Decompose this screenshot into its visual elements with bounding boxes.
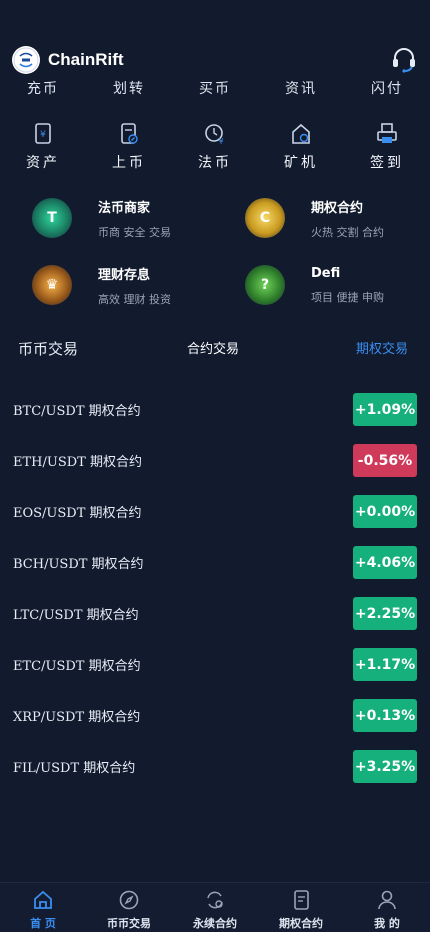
market-row-btc[interactable]: BTC/USDT 期权合约 +1.09% xyxy=(0,384,430,435)
service-subtitle: 项目 便捷 申购 xyxy=(311,290,384,304)
market-row-eos[interactable]: EOS/USDT 期权合约 +0.00% xyxy=(0,486,430,537)
tether-icon: T xyxy=(32,198,72,238)
quick-actions-grid: ¥ 资产 上币 ¥ 法币 矿机 签到 xyxy=(0,122,430,178)
pair-name: BTC/USDT 期权合约 xyxy=(13,404,141,419)
service-subtitle: 火热 交割 合约 xyxy=(311,225,384,239)
market-row-xrp[interactable]: XRP/USDT 期权合约 +0.13% xyxy=(0,690,430,741)
market-list: BTC/USDT 期权合约 +1.09% ETH/USDT 期权合约 -0.56… xyxy=(0,384,430,792)
service-options-contract[interactable]: C 期权合约 火热 交割 合约 xyxy=(245,188,430,248)
nav-profile[interactable]: 我 的 xyxy=(344,883,430,932)
service-subtitle: 高效 理财 投资 xyxy=(98,292,171,306)
clock-yen-icon: ¥ xyxy=(205,124,224,146)
flash-pay-link[interactable]: 闪付 xyxy=(371,78,403,102)
nav-spot[interactable]: 币币交易 xyxy=(86,883,172,932)
brand-name: ChainRift xyxy=(48,50,124,69)
news-link[interactable]: 资讯 xyxy=(285,78,317,102)
app-header: ChainRift xyxy=(0,40,430,80)
service-title: 理财存息 xyxy=(98,267,151,283)
fiat-button[interactable]: ¥ 法币 xyxy=(180,122,250,178)
exchange-cycle-icon xyxy=(207,891,223,909)
service-fiat-merchant[interactable]: T 法币商家 币商 安全 交易 xyxy=(32,188,232,248)
change-badge: +0.00% xyxy=(353,495,417,528)
gold-coin-icon: C xyxy=(245,198,285,238)
service-title: 期权合约 xyxy=(311,200,364,216)
change-badge: -0.56% xyxy=(353,444,417,477)
mining-button[interactable]: 矿机 xyxy=(266,122,336,178)
nav-home-label: 首 页 xyxy=(30,917,56,930)
tab-contract[interactable]: 合约交易 xyxy=(187,338,239,357)
list-coin-label: 上币 xyxy=(112,155,146,171)
fiat-label: 法币 xyxy=(198,155,232,171)
gift-box-icon: ? xyxy=(245,265,285,305)
service-wealth-savings[interactable]: ♛ 理财存息 高效 理财 投资 xyxy=(32,255,232,315)
nav-perpetual-label: 永续合约 xyxy=(193,917,237,930)
change-badge: +0.13% xyxy=(353,699,417,732)
pair-name: XRP/USDT 期权合约 xyxy=(13,710,141,725)
pair-name: EOS/USDT 期权合约 xyxy=(13,506,142,521)
nav-spot-label: 币币交易 xyxy=(107,917,151,930)
brand-logo-mark xyxy=(13,47,39,73)
market-row-fil[interactable]: FIL/USDT 期权合约 +3.25% xyxy=(0,741,430,792)
customer-service-icon[interactable] xyxy=(390,46,418,74)
assets-label: 资产 xyxy=(26,155,60,171)
assets-button[interactable]: ¥ 资产 xyxy=(8,122,78,178)
tab-spot[interactable]: 币币交易 xyxy=(18,338,78,359)
crown-icon: ♛ xyxy=(32,265,72,305)
change-badge: +1.09% xyxy=(353,393,417,426)
pair-name: FIL/USDT 期权合约 xyxy=(13,761,136,776)
market-row-etc[interactable]: ETC/USDT 期权合约 +1.17% xyxy=(0,639,430,690)
mining-label: 矿机 xyxy=(284,155,318,171)
pair-name: ETH/USDT 期权合约 xyxy=(13,455,142,470)
services-section: T 法币商家 币商 安全 交易 C 期权合约 火热 交割 合约 ♛ 理财存息 高… xyxy=(0,188,430,324)
pair-name: LTC/USDT 期权合约 xyxy=(13,608,139,623)
service-subtitle: 币商 安全 交易 xyxy=(98,225,171,239)
brand-logo xyxy=(12,46,40,74)
wallet-icon: ¥ xyxy=(35,123,51,144)
checkin-button[interactable]: 签到 xyxy=(352,122,422,178)
market-row-eth[interactable]: ETH/USDT 期权合约 -0.56% xyxy=(0,435,430,486)
market-row-bch[interactable]: BCH/USDT 期权合约 +4.06% xyxy=(0,537,430,588)
market-row-ltc[interactable]: LTC/USDT 期权合约 +2.25% xyxy=(0,588,430,639)
pair-name: BCH/USDT 期权合约 xyxy=(13,557,144,572)
list-coin-button[interactable]: 上币 xyxy=(94,122,164,178)
user-icon xyxy=(378,890,396,910)
document-icon xyxy=(294,890,309,910)
change-badge: +3.25% xyxy=(353,750,417,783)
service-defi[interactable]: ? Defi 项目 便捷 申购 xyxy=(245,255,430,315)
compass-icon xyxy=(119,890,139,910)
printer-icon xyxy=(377,123,397,143)
nav-options[interactable]: 期权合约 xyxy=(258,883,344,932)
home-icon xyxy=(34,890,52,909)
buy-coin-link[interactable]: 买币 xyxy=(199,78,231,102)
nav-perpetual[interactable]: 永续合约 xyxy=(172,883,258,932)
bottom-nav: 首 页 币币交易 永续合约 期权合约 我 的 xyxy=(0,882,430,932)
transfer-link[interactable]: 划转 xyxy=(113,78,145,102)
svg-text:¥: ¥ xyxy=(218,137,223,146)
mining-house-icon xyxy=(292,123,310,144)
change-badge: +2.25% xyxy=(353,597,417,630)
service-title: 法币商家 xyxy=(98,200,151,216)
service-title: Defi xyxy=(311,265,341,281)
deposit-link[interactable]: 充币 xyxy=(27,78,59,102)
market-tabs: 币币交易 合约交易 期权交易 xyxy=(0,338,430,362)
change-badge: +1.17% xyxy=(353,648,417,681)
nav-home[interactable]: 首 页 xyxy=(0,883,86,932)
document-edit-icon xyxy=(121,123,138,144)
checkin-label: 签到 xyxy=(370,155,404,171)
tab-options[interactable]: 期权交易 xyxy=(356,338,408,357)
nav-profile-label: 我 的 xyxy=(374,917,400,930)
nav-options-label: 期权合约 xyxy=(279,917,323,930)
change-badge: +4.06% xyxy=(353,546,417,579)
quick-actions-top: 充币 划转 买币 资讯 闪付 xyxy=(0,78,430,102)
pair-name: ETC/USDT 期权合约 xyxy=(13,659,141,674)
svg-text:¥: ¥ xyxy=(40,130,46,140)
